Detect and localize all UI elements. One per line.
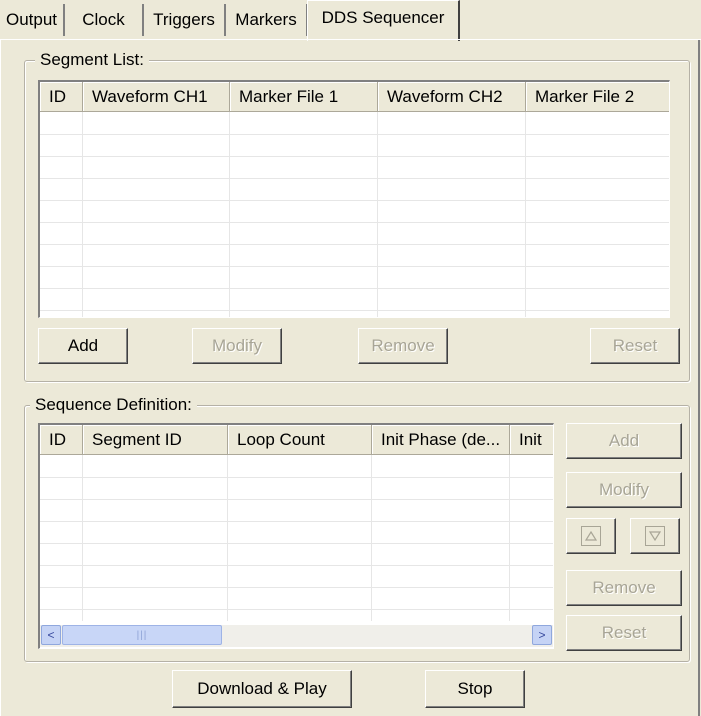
grid-line	[40, 156, 669, 157]
segment-list-table[interactable]: ID Waveform CH1 Marker File 1 Waveform C…	[38, 80, 670, 318]
segment-add-button[interactable]: Add	[38, 328, 128, 364]
grid-line	[40, 310, 669, 311]
sequence-reset-button[interactable]: Reset	[566, 615, 682, 651]
triangle-up-icon	[581, 526, 601, 546]
scroll-right-button[interactable]: >	[532, 625, 552, 645]
grid-line	[40, 134, 669, 135]
column-header-segment-id[interactable]: Segment ID	[83, 425, 228, 455]
segment-list-title: Segment List:	[35, 50, 149, 70]
grid-line	[40, 609, 553, 610]
sequence-definition-table[interactable]: ID Segment ID Loop Count Init Phase (de.…	[38, 423, 554, 649]
tab-output[interactable]: Output	[0, 4, 65, 36]
sequence-add-button[interactable]: Add	[566, 423, 682, 459]
tab-clock[interactable]: Clock	[65, 4, 144, 36]
grid-line	[40, 222, 669, 223]
column-header-init-phase[interactable]: Init Phase (de...	[372, 425, 510, 455]
column-header-waveform-ch2[interactable]: Waveform CH2	[378, 82, 526, 112]
column-header-waveform-ch1[interactable]: Waveform CH1	[83, 82, 230, 112]
grid-line	[371, 455, 372, 621]
sequence-definition-title: Sequence Definition:	[30, 395, 197, 415]
grid-line	[82, 455, 83, 621]
tab-triggers[interactable]: Triggers	[144, 4, 226, 36]
segment-remove-button[interactable]: Remove	[358, 328, 448, 364]
column-header-marker-file-2[interactable]: Marker File 2	[526, 82, 669, 112]
grid-line	[509, 455, 510, 621]
column-header-loop-count[interactable]: Loop Count	[228, 425, 372, 455]
grid-line	[40, 288, 669, 289]
grip-icon: |||	[136, 629, 148, 641]
grid-line	[40, 178, 669, 179]
segment-modify-button[interactable]: Modify	[192, 328, 282, 364]
grid-line	[40, 543, 553, 544]
grid-line	[40, 200, 669, 201]
tab-markers[interactable]: Markers	[226, 4, 308, 36]
move-up-button[interactable]	[566, 518, 616, 554]
horizontal-scrollbar[interactable]: < ||| >	[40, 625, 553, 647]
move-down-button[interactable]	[630, 518, 680, 554]
grid-line	[40, 266, 669, 267]
grid-line	[40, 477, 553, 478]
tab-strip: Output Clock Triggers Markers DDS Sequen…	[0, 0, 701, 41]
grid-line	[40, 521, 553, 522]
triangle-down-icon	[645, 526, 665, 546]
column-header-marker-file-1[interactable]: Marker File 1	[230, 82, 378, 112]
sequence-modify-button[interactable]: Modify	[566, 472, 682, 508]
grid-line	[40, 499, 553, 500]
scroll-left-button[interactable]: <	[41, 625, 61, 645]
download-play-button[interactable]: Download & Play	[172, 670, 352, 708]
grid-line	[227, 455, 228, 621]
column-header-id[interactable]: ID	[40, 425, 83, 455]
grid-line	[40, 587, 553, 588]
column-header-init[interactable]: Init	[510, 425, 553, 455]
sequence-remove-button[interactable]: Remove	[566, 570, 682, 606]
stop-button[interactable]: Stop	[425, 670, 525, 708]
tab-dds-sequencer[interactable]: DDS Sequencer	[307, 0, 460, 41]
segment-reset-button[interactable]: Reset	[590, 328, 680, 364]
column-header-id[interactable]: ID	[40, 82, 83, 112]
scroll-thumb[interactable]: |||	[62, 625, 222, 645]
grid-line	[40, 565, 553, 566]
grid-line	[40, 244, 669, 245]
